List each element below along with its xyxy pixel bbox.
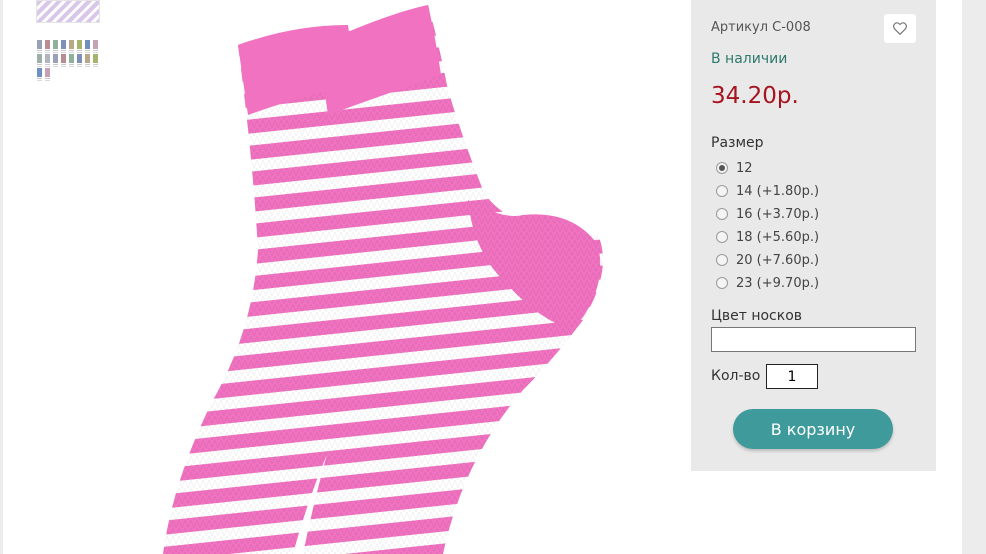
color-swatch-thumbnail[interactable]: [76, 54, 83, 68]
color-swatch-thumbnail[interactable]: [52, 40, 59, 54]
color-swatch-thumbnail[interactable]: [68, 40, 75, 54]
size-option-label: 12: [736, 160, 753, 176]
heart-icon: [893, 22, 907, 35]
radio-button[interactable]: [716, 185, 728, 197]
color-swatch-thumbnail[interactable]: [44, 54, 51, 68]
color-swatch-thumbnail[interactable]: [76, 40, 83, 54]
color-swatch-thumbnail[interactable]: [84, 54, 91, 68]
sock-color-input[interactable]: [711, 327, 916, 352]
color-swatch-thumbnail[interactable]: [44, 40, 51, 54]
size-option[interactable]: 23 (+9.70р.): [716, 273, 896, 293]
size-option-label: 14 (+1.80р.): [736, 183, 820, 199]
size-option[interactable]: 12: [716, 158, 896, 178]
radio-button[interactable]: [716, 231, 728, 243]
size-option-label: 16 (+3.70р.): [736, 206, 820, 222]
color-swatch-thumbnail[interactable]: [36, 68, 43, 82]
size-label: Размер: [711, 135, 764, 151]
sock-color-label: Цвет носков: [711, 308, 803, 324]
color-swatch-thumbnail[interactable]: [60, 54, 67, 68]
radio-button[interactable]: [716, 277, 728, 289]
favorite-button[interactable]: [884, 14, 916, 43]
product-price: 34.20р.: [711, 83, 799, 109]
product-sku: Артикул С-008: [711, 20, 811, 35]
color-swatch-thumbnail[interactable]: [52, 54, 59, 68]
color-swatch-thumbnail[interactable]: [92, 54, 99, 68]
color-swatch-thumbnail[interactable]: [68, 54, 75, 68]
size-option-label: 18 (+5.60р.): [736, 229, 820, 245]
product-image: [163, 5, 603, 554]
product-info-panel: Артикул С-008 В наличии 34.20р. Размер 1…: [691, 0, 936, 471]
color-swatch-thumbnail[interactable]: [92, 40, 99, 54]
thumbnail-main[interactable]: [36, 0, 100, 23]
radio-button[interactable]: [716, 208, 728, 220]
quantity-input[interactable]: [766, 364, 818, 389]
radio-button[interactable]: [716, 254, 728, 266]
size-option[interactable]: 14 (+1.80р.): [716, 181, 896, 201]
color-swatch-thumbnail[interactable]: [36, 54, 43, 68]
quantity-label: Кол-во: [711, 368, 761, 384]
color-swatch-thumbnail[interactable]: [84, 40, 91, 54]
color-swatch-thumbnail[interactable]: [36, 40, 43, 54]
color-swatch-thumbnail[interactable]: [60, 40, 67, 54]
size-option-label: 23 (+9.70р.): [736, 275, 820, 291]
size-option[interactable]: 18 (+5.60р.): [716, 227, 896, 247]
stock-status: В наличии: [711, 51, 788, 67]
add-to-cart-button[interactable]: В корзину: [733, 409, 893, 449]
size-option[interactable]: 20 (+7.60р.): [716, 250, 896, 270]
page: Артикул С-008 В наличии 34.20р. Размер 1…: [3, 0, 962, 554]
radio-button[interactable]: [716, 162, 728, 174]
size-option[interactable]: 16 (+3.70р.): [716, 204, 896, 224]
color-swatch-thumbnail[interactable]: [44, 68, 51, 82]
size-option-label: 20 (+7.60р.): [736, 252, 820, 268]
